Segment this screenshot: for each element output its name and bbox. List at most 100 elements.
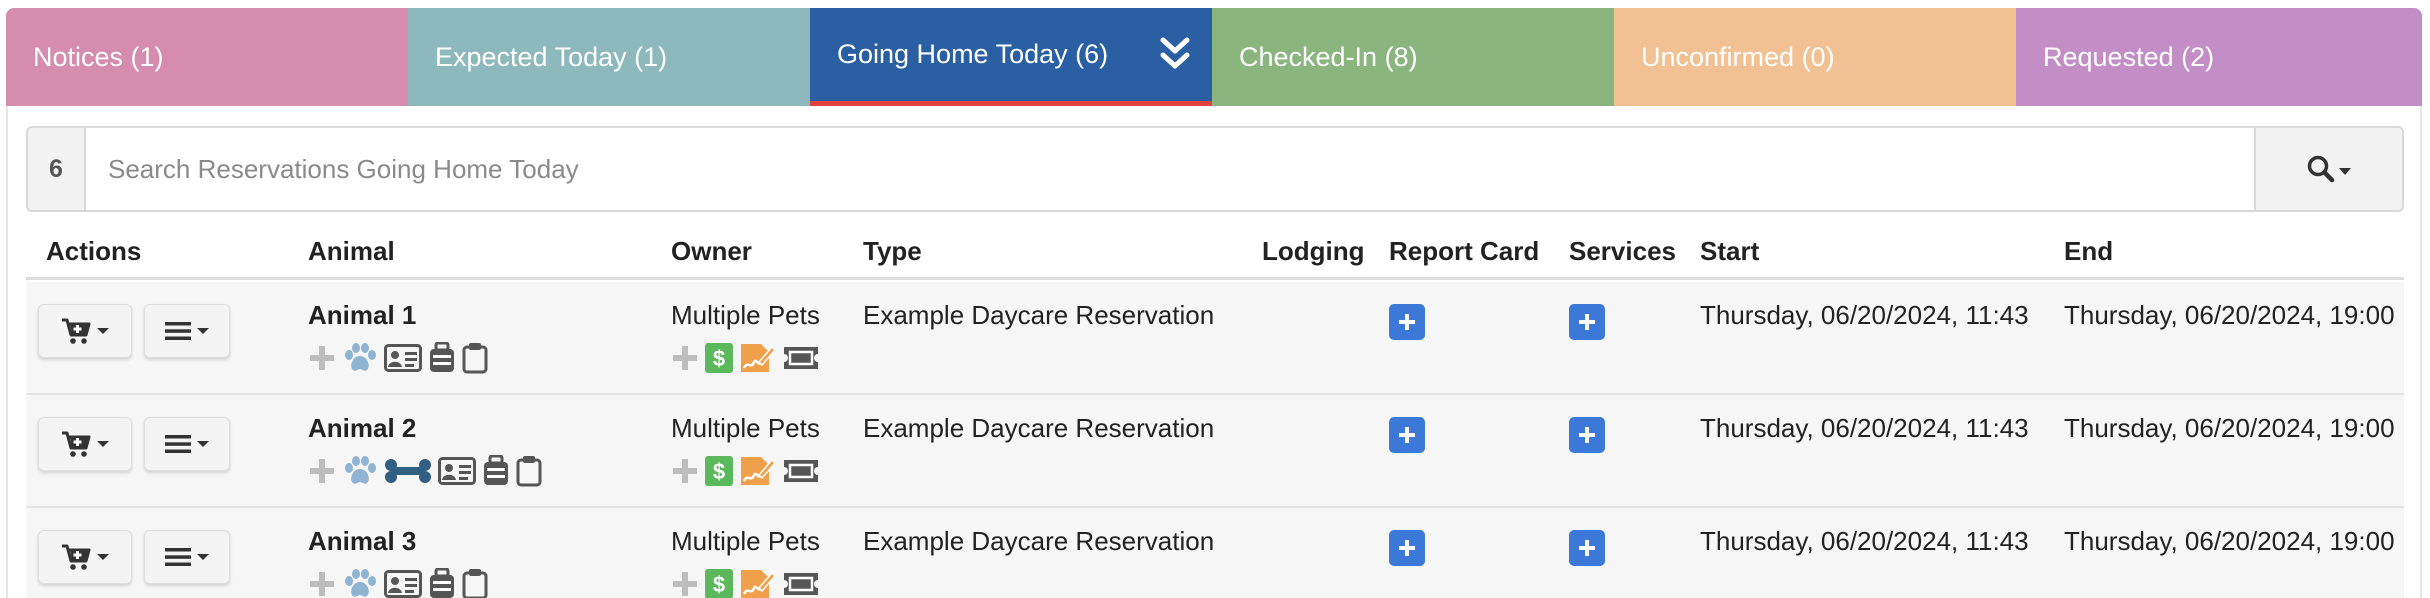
tab-requested[interactable]: Requested (2) [2016,8,2422,106]
owner-icon-group: $ [671,342,821,374]
tab-unconfirmed[interactable]: Unconfirmed (0) [1614,8,2016,106]
bone-icon[interactable] [384,457,432,485]
col-lodging[interactable]: Lodging [1262,236,1365,267]
reservation-type[interactable]: Example Daycare Reservation [863,300,1214,331]
suitcase-icon[interactable] [482,455,510,487]
start-datetime: Thursday, 06/20/2024, 11:43 [1700,413,2029,443]
caret-down-icon [97,328,109,334]
owner-icon-group: $ [671,568,821,598]
double-chevron-down-icon[interactable] [1158,34,1192,74]
id-card-icon[interactable] [384,343,422,373]
plus-icon[interactable] [671,570,699,598]
actions-menu-button[interactable] [144,304,230,358]
add-service-button[interactable] [1569,530,1605,566]
suitcase-icon[interactable] [428,342,456,374]
animal-name[interactable]: Animal 2 [308,413,416,444]
add-service-button[interactable] [1569,304,1605,340]
end-datetime: Thursday, 06/20/2024, 19:00 [2064,413,2395,443]
caret-down-icon [197,441,209,447]
signature-icon[interactable] [739,568,775,598]
col-end[interactable]: End [2064,236,2113,267]
plus-icon [1579,427,1595,443]
suitcase-icon[interactable] [428,568,456,598]
plus-icon[interactable] [671,344,699,372]
owner-name[interactable]: Multiple Pets [671,526,820,557]
cart-icon [62,431,91,457]
animal-icon-group [308,455,542,487]
add-report-card-button[interactable] [1389,304,1425,340]
clipboard-icon[interactable] [462,342,488,374]
plus-icon [1579,314,1595,330]
reservation-tabs: Notices (1) Expected Today (1) Going Hom… [6,8,2422,106]
search-options-button[interactable] [2254,128,2402,210]
owner-name[interactable]: Multiple Pets [671,300,820,331]
tab-label: Requested (2) [2043,41,2215,72]
tab-label: Notices (1) [33,41,164,72]
dollar-icon[interactable]: $ [705,343,733,373]
owner-icon-group: $ [671,455,821,487]
col-actions[interactable]: Actions [46,236,141,267]
ticket-icon[interactable] [781,457,821,485]
id-card-icon[interactable] [384,569,422,598]
tab-checked-in[interactable]: Checked-In (8) [1212,8,1614,106]
reservation-type[interactable]: Example Daycare Reservation [863,413,1214,444]
dollar-icon[interactable]: $ [705,569,733,598]
plus-icon [1399,427,1415,443]
col-report-card[interactable]: Report Card [1389,236,1539,267]
ticket-icon[interactable] [781,570,821,598]
ticket-icon[interactable] [781,344,821,372]
svg-text:$: $ [713,346,725,371]
plus-icon[interactable] [308,457,336,485]
cart-menu-button[interactable] [38,417,132,471]
tab-label: Checked-In (8) [1239,41,1418,72]
add-report-card-button[interactable] [1389,530,1425,566]
signature-icon[interactable] [739,455,775,487]
plus-icon[interactable] [308,570,336,598]
signature-icon[interactable] [739,342,775,374]
cart-menu-button[interactable] [38,530,132,584]
id-card-icon[interactable] [438,456,476,486]
actions-menu-button[interactable] [144,417,230,471]
clipboard-icon[interactable] [462,568,488,598]
add-service-button[interactable] [1569,417,1605,453]
clipboard-icon[interactable] [516,455,542,487]
col-owner[interactable]: Owner [671,236,752,267]
col-animal[interactable]: Animal [308,236,395,267]
dollar-icon[interactable]: $ [705,456,733,486]
tab-notices[interactable]: Notices (1) [6,8,408,106]
caret-down-icon [2339,168,2351,175]
tab-label: Unconfirmed (0) [1641,41,1835,72]
cart-icon [62,318,91,344]
search-input[interactable] [86,128,2254,210]
plus-icon[interactable] [671,457,699,485]
reservations-panel: 6 Actions Animal Owner Type Lodging Repo… [6,106,2422,598]
col-type[interactable]: Type [863,236,922,267]
col-services[interactable]: Services [1569,236,1676,267]
actions-menu-button[interactable] [144,530,230,584]
paw-icon[interactable] [342,342,378,374]
tab-going-home-today[interactable]: Going Home Today (6) [810,8,1212,106]
svg-text:$: $ [713,459,725,484]
paw-icon[interactable] [342,455,378,487]
owner-name[interactable]: Multiple Pets [671,413,820,444]
plus-icon[interactable] [308,344,336,372]
animal-name[interactable]: Animal 1 [308,300,416,331]
hamburger-icon [165,548,191,566]
add-report-card-button[interactable] [1389,417,1425,453]
animal-icon-group [308,342,488,374]
paw-icon[interactable] [342,568,378,598]
search-bar: 6 [26,126,2404,212]
table-row: Animal 1 Multiple Pets $ Example Daycare… [26,282,2404,395]
reservation-type[interactable]: Example Daycare Reservation [863,526,1214,557]
col-start[interactable]: Start [1700,236,1759,267]
caret-down-icon [97,441,109,447]
result-count: 6 [28,128,86,210]
cart-menu-button[interactable] [38,304,132,358]
hamburger-icon [165,322,191,340]
svg-text:$: $ [713,572,725,597]
start-datetime: Thursday, 06/20/2024, 11:43 [1700,300,2029,330]
tab-expected-today[interactable]: Expected Today (1) [408,8,810,106]
end-datetime: Thursday, 06/20/2024, 19:00 [2064,526,2395,556]
animal-name[interactable]: Animal 3 [308,526,416,557]
search-icon [2307,155,2335,183]
